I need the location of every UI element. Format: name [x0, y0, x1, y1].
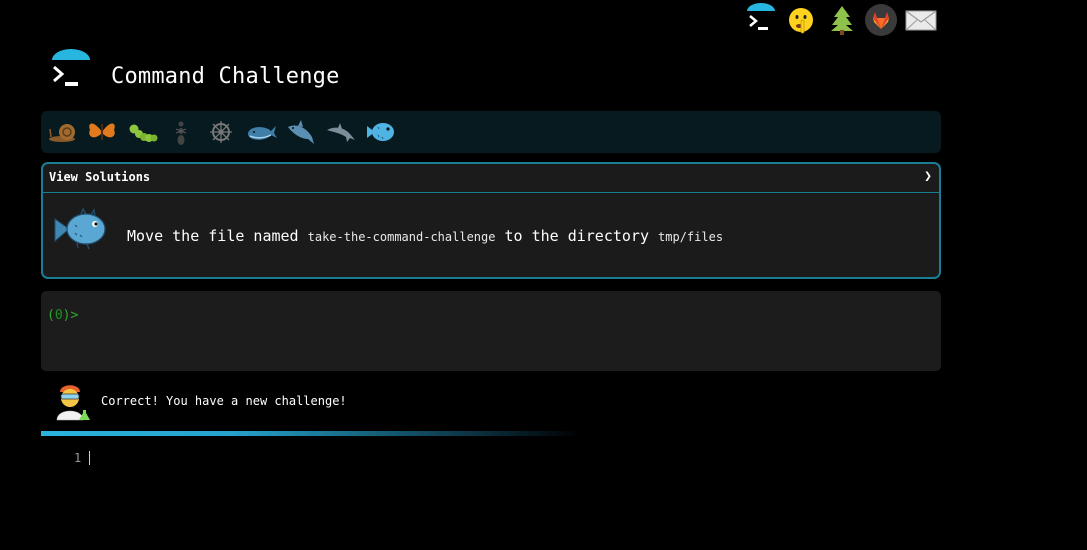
gitlab-icon[interactable] [864, 3, 897, 37]
terminal-prompt: (0)> [47, 308, 78, 323]
ship-wheel-icon[interactable] [204, 117, 238, 147]
task-middle: to the directory [504, 227, 650, 245]
scientist-avatar-icon [53, 380, 93, 422]
terminal-logo-icon [50, 49, 92, 91]
blowfish-icon[interactable] [364, 117, 398, 147]
chevron-right-icon[interactable]: ❯ [924, 169, 932, 184]
envelope-icon[interactable] [904, 3, 938, 37]
dolphin-icon[interactable] [324, 117, 358, 147]
panel-header[interactable]: View Solutions ❯ [43, 164, 939, 193]
top-icon-bar [745, 3, 940, 37]
prompt-count: 0 [54, 308, 63, 323]
editor-line-number: 1 [74, 451, 82, 465]
butterfly-icon[interactable] [85, 117, 119, 147]
evergreen-tree-icon[interactable] [826, 3, 858, 37]
view-solutions-toggle[interactable]: View Solutions [49, 170, 150, 184]
blowfish-icon [53, 207, 109, 251]
prompt-open: ( [47, 308, 55, 323]
caterpillar-icon[interactable] [125, 117, 159, 147]
level-bar [41, 111, 941, 153]
whale-icon[interactable] [245, 117, 279, 147]
editor-cursor[interactable] [89, 451, 90, 465]
challenge-panel: View Solutions ❯ Move the file named tak… [41, 162, 941, 279]
ant-icon[interactable] [165, 117, 199, 147]
page-title: Command Challenge [111, 64, 340, 89]
task-directory: tmp/files [658, 230, 724, 244]
prompt-close: )> [62, 308, 79, 323]
challenge-task: Move the file named take-the-command-cha… [127, 227, 723, 245]
task-file-name: take-the-command-challenge [307, 230, 496, 244]
shark-icon[interactable] [284, 117, 318, 147]
progress-bar [41, 431, 581, 436]
snail-icon[interactable] [47, 117, 81, 147]
shushing-face-icon[interactable] [785, 3, 817, 37]
terminal-input[interactable]: (0)> [41, 291, 941, 371]
feedback-message: Correct! You have a new challenge! [101, 394, 347, 408]
terminal-icon[interactable] [745, 3, 777, 37]
task-prefix: Move the file named [127, 227, 299, 245]
